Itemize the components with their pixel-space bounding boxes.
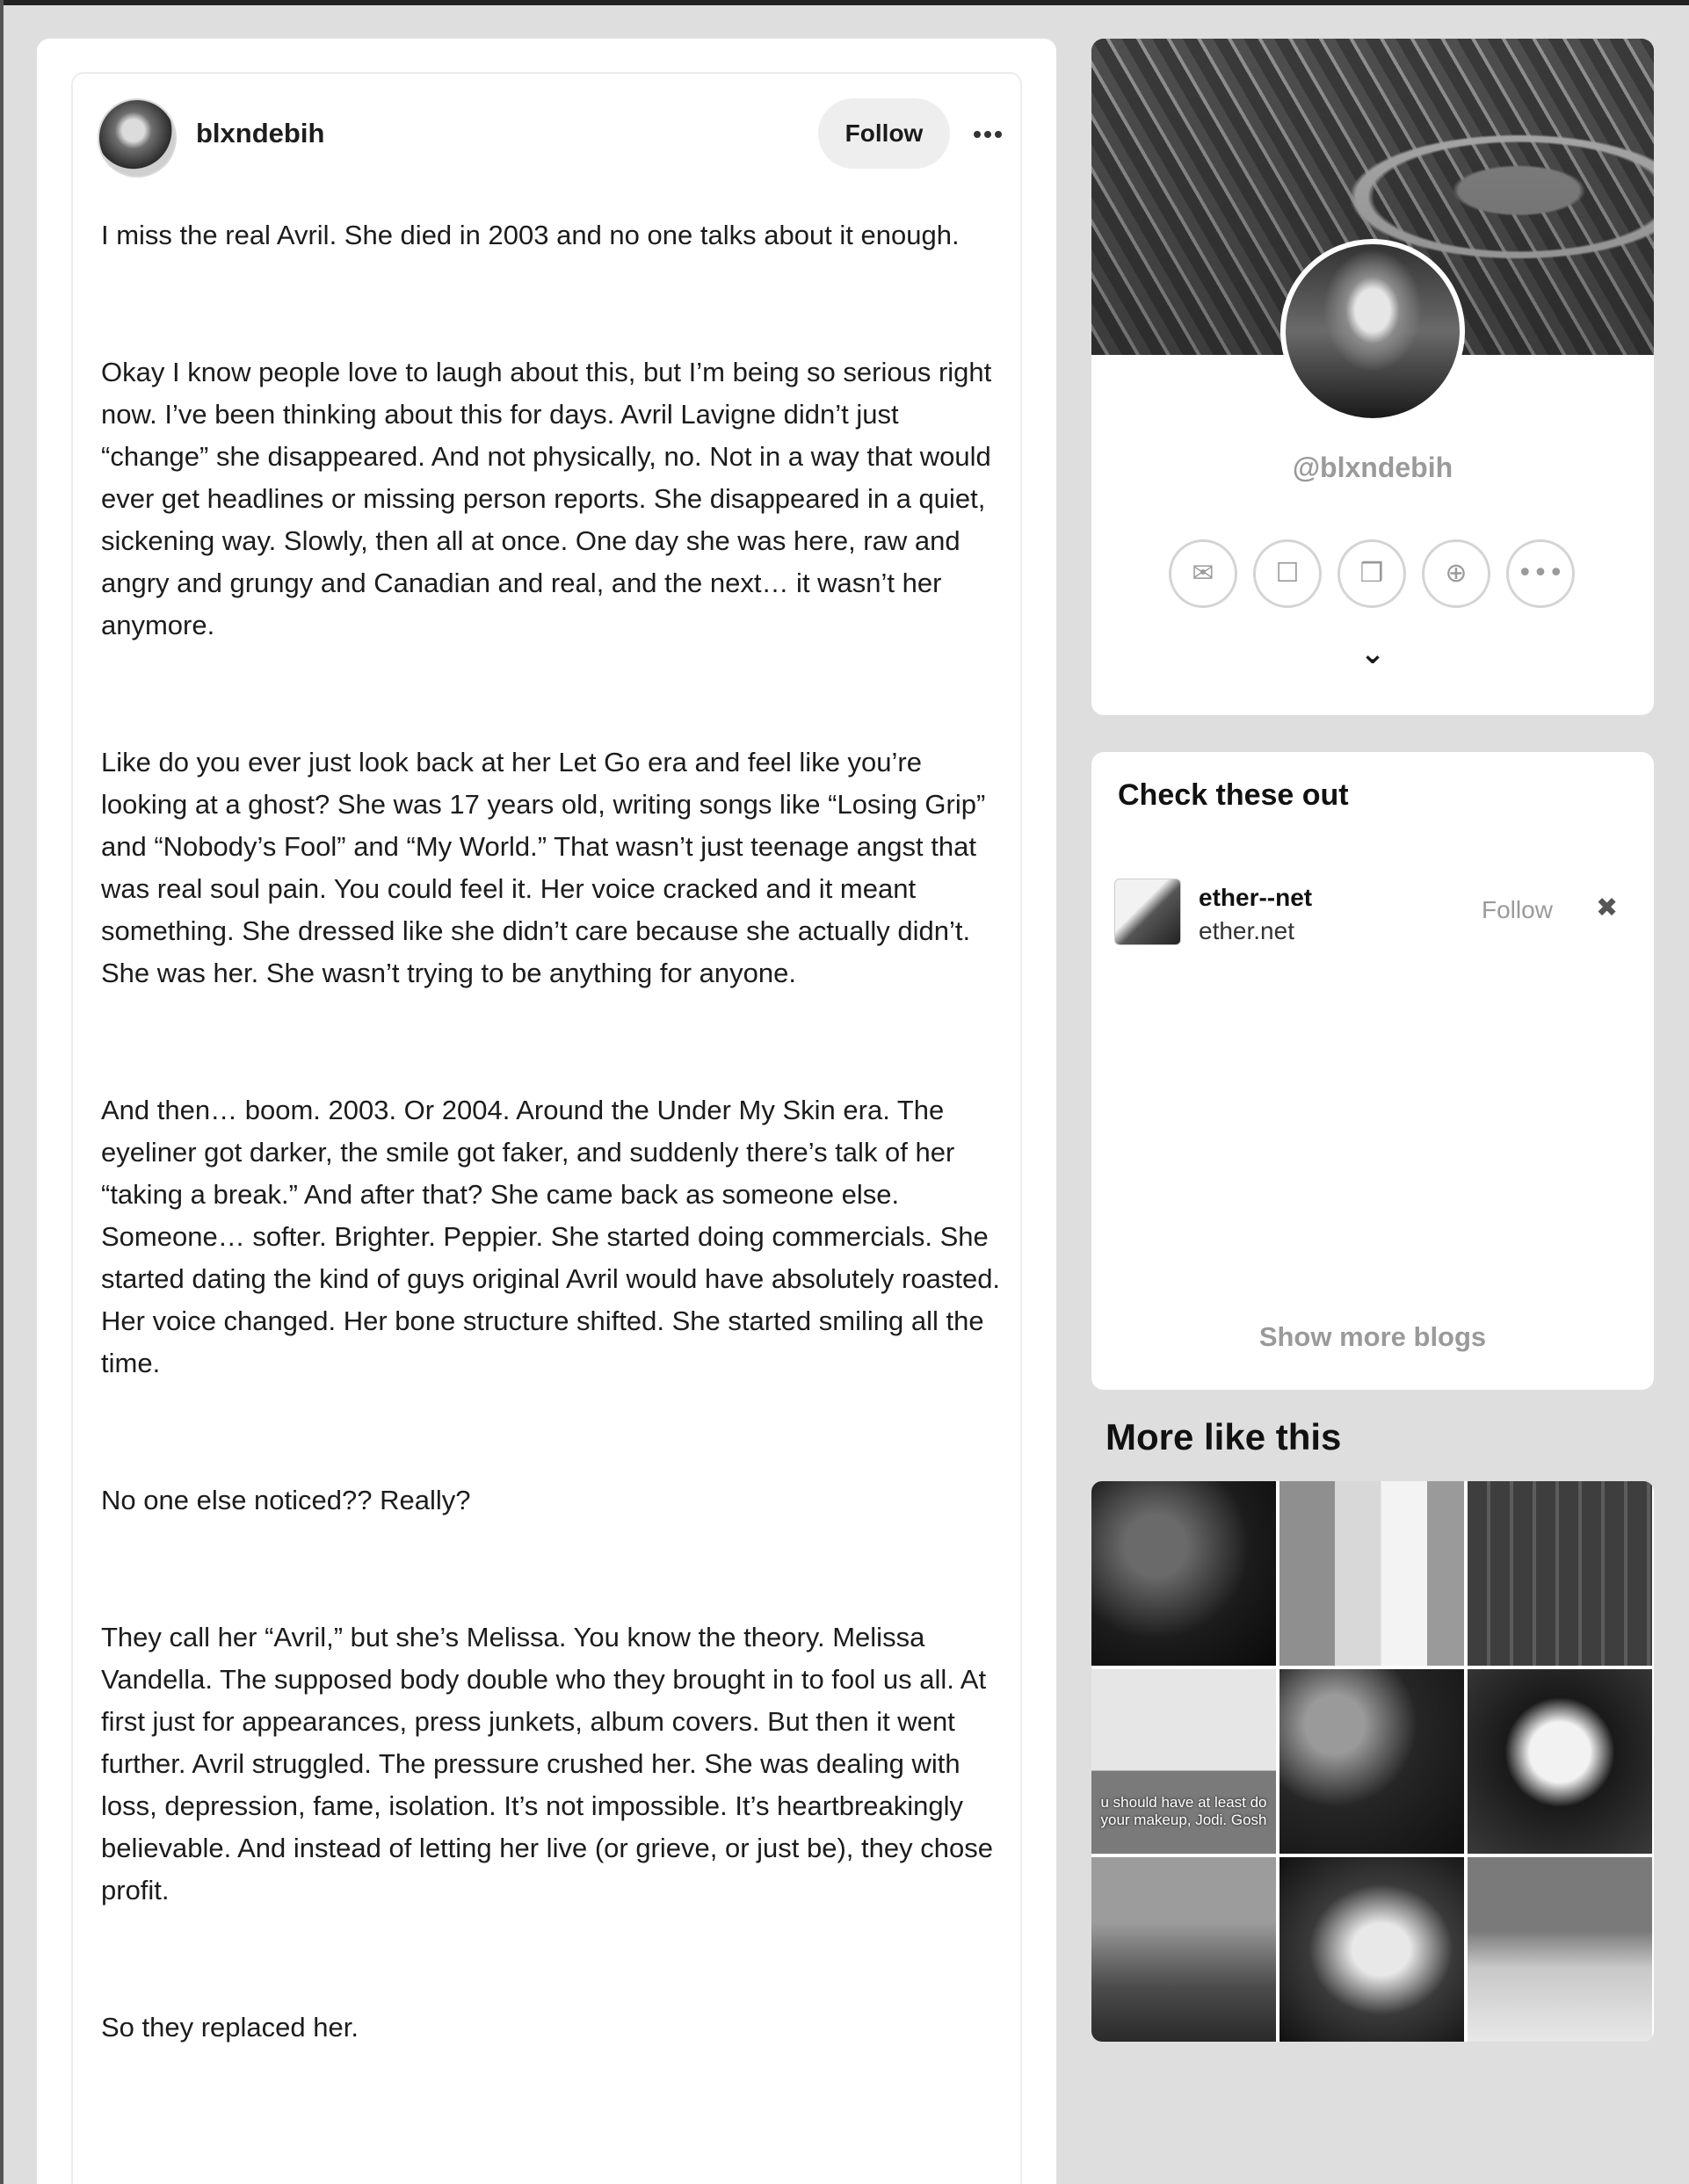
grid-tile[interactable]	[1279, 1481, 1464, 1666]
grid-tile[interactable]	[1091, 1857, 1276, 2042]
grid-tile[interactable]	[1468, 1481, 1652, 1666]
suggested-follow-button[interactable]: Follow	[1482, 896, 1553, 924]
post-paragraph: Okay I know people love to laugh about t…	[101, 357, 992, 640]
window-frame-left	[0, 0, 4, 2184]
panel-title: Check these out	[1118, 778, 1349, 812]
grid-tile[interactable]	[1279, 1669, 1464, 1854]
grid-tile[interactable]	[1091, 1481, 1276, 1666]
show-more-blogs-button[interactable]: Show more blogs	[1091, 1321, 1654, 1353]
follow-button[interactable]: Follow	[818, 98, 950, 169]
post-paragraph: No one else noticed?? Really?	[101, 1485, 471, 1515]
gift-icon[interactable]: ❒	[1337, 539, 1406, 608]
post-paragraph: I miss the real Avril. She died in 2003 …	[101, 220, 960, 250]
blog-profile-card: @blxndebih ✉ ☐ ❒ ⊕ ••• ⌄	[1091, 39, 1654, 715]
post-header: blxndebih Follow	[98, 98, 1002, 177]
grid-tile[interactable]: u should have at least do your makeup, J…	[1091, 1669, 1276, 1854]
check-these-out-panel: Check these out ether--net ether.net Fol…	[1091, 752, 1654, 1390]
suggested-blog-name[interactable]: ether--net	[1199, 884, 1312, 912]
post-body: I miss the real Avril. She died in 2003 …	[101, 214, 1006, 2144]
post-paragraph: They call her “Avril,” but she’s Melissa…	[101, 1622, 993, 1906]
mail-icon[interactable]: ✉	[1169, 539, 1237, 608]
grid-tile[interactable]	[1279, 1857, 1464, 2042]
suggested-blog-url: ether.net	[1199, 917, 1294, 944]
close-icon[interactable]: ✖	[1596, 893, 1618, 923]
author-username[interactable]: blxndebih	[196, 118, 324, 149]
post-paragraph: Like do you ever just look back at her L…	[101, 747, 986, 988]
chevron-down-icon[interactable]: ⌄	[1351, 636, 1395, 671]
chat-plus-icon[interactable]: ⊕	[1422, 539, 1490, 608]
suggested-blog-avatar[interactable]	[1114, 879, 1181, 945]
blog-avatar[interactable]	[1280, 239, 1465, 423]
author-avatar[interactable]	[98, 98, 177, 177]
post-container: blxndebih Follow I miss the real Avril. …	[37, 39, 1056, 2184]
post-paragraph: So they replaced her.	[101, 2012, 359, 2043]
add-contact-icon[interactable]: ☐	[1253, 539, 1322, 608]
blog-handle[interactable]: @blxndebih	[1091, 452, 1654, 484]
tile-caption: u should have at least do your makeup, J…	[1100, 1794, 1267, 1828]
more-icon[interactable]: •••	[1506, 539, 1575, 608]
post-card: blxndebih Follow I miss the real Avril. …	[71, 72, 1022, 2184]
window-frame-top	[0, 0, 1689, 5]
profile-actions: ✉ ☐ ❒ ⊕ •••	[1169, 539, 1591, 610]
post-paragraph: And then… boom. 2003. Or 2004. Around th…	[101, 1095, 1001, 1378]
grid-tile[interactable]	[1468, 1857, 1652, 2042]
more-horizontal-icon[interactable]	[966, 112, 1010, 156]
suggested-blog-row[interactable]: ether--net ether.net Follow ✖	[1114, 879, 1633, 949]
more-like-this-grid: u should have at least do your makeup, J…	[1091, 1481, 1654, 2042]
more-like-this-title: More like this	[1105, 1416, 1342, 1457]
grid-tile[interactable]	[1468, 1669, 1652, 1854]
